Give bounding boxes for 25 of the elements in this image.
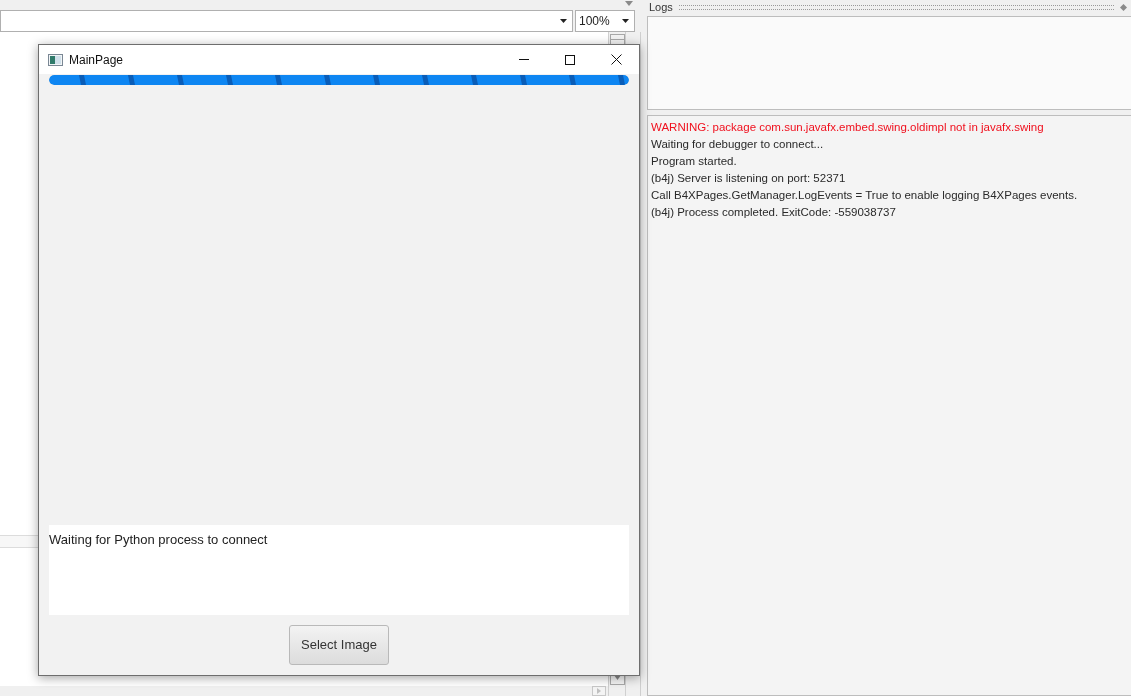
log-line: Waiting for debugger to connect... (651, 137, 824, 152)
caret-down-icon (622, 19, 629, 23)
logs-panel-title: Logs (649, 1, 673, 13)
diamond-icon[interactable] (1120, 3, 1127, 11)
minimize-icon (519, 59, 529, 60)
maximize-icon (565, 54, 575, 65)
scroll-thumb-icon[interactable] (609, 34, 625, 45)
log-line: (b4j) Server is listening on port: 52371 (651, 171, 846, 186)
module-dropdown[interactable] (0, 10, 573, 32)
zoom-dropdown[interactable]: 100% (575, 10, 635, 32)
window-title: MainPage (69, 51, 124, 69)
log-warning-line: WARNING: package com.sun.javafx.embed.swing.oldimpl not in javafx.swing (651, 120, 1044, 135)
log-line: (b4j) Process completed. ExitCode: -559038737 (651, 205, 896, 220)
select-image-button[interactable]: Select Image (289, 625, 389, 665)
log-line: Call B4XPages.GetManager.LogEvents = True to enable logging B4XPages events. (651, 188, 1078, 203)
zoom-value: 100% (579, 13, 610, 30)
close-icon (610, 54, 622, 65)
window-app-icon (48, 53, 63, 66)
status-text-area[interactable]: Waiting for Python process to connect (49, 525, 629, 615)
dropdown-caret-icon[interactable] (625, 1, 633, 6)
caret-down-icon (560, 19, 567, 23)
status-message: Waiting for Python process to connect (49, 532, 268, 547)
log-line: Program started. (651, 154, 737, 169)
dotted-grip[interactable] (678, 4, 1114, 10)
scroll-right-icon[interactable] (592, 686, 606, 696)
